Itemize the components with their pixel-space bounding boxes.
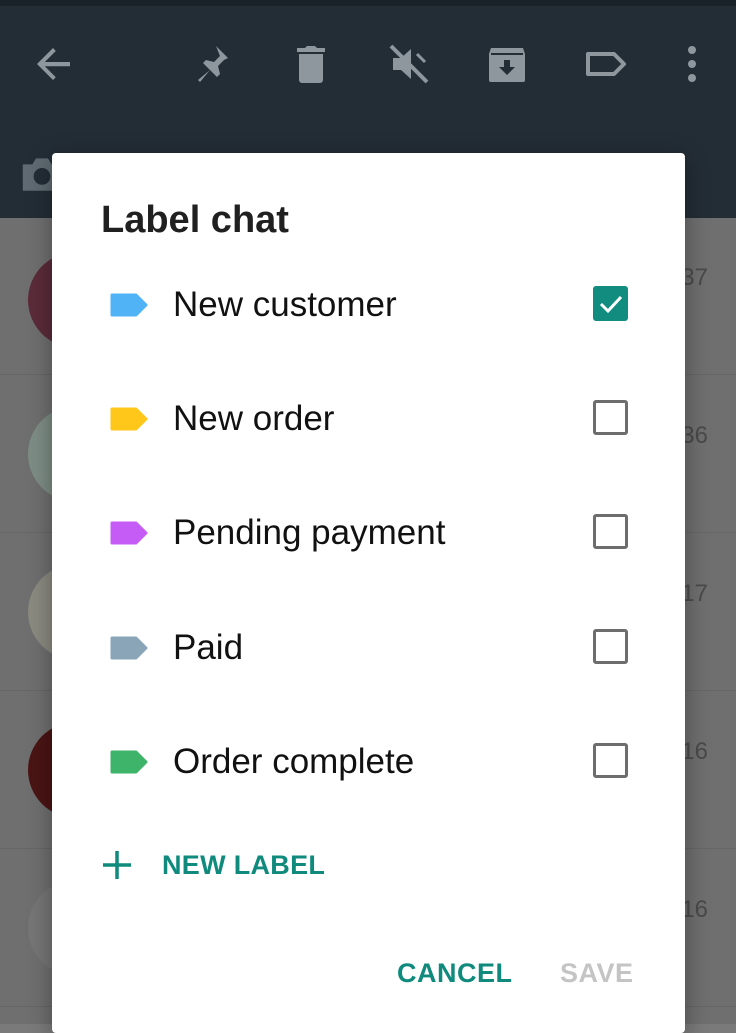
chat-time: 16 [681,738,708,765]
label-row-order-complete[interactable]: Order complete [52,714,685,810]
label-checkbox[interactable] [593,629,628,664]
label-checkbox[interactable] [593,514,628,549]
label-tag-icon [110,407,148,431]
back-arrow-icon[interactable] [30,40,78,88]
label-name: New order [173,399,335,438]
label-name: Pending payment [173,513,446,552]
pin-icon[interactable] [186,40,234,88]
label-tag-icon [110,521,148,545]
label-row-new-order[interactable]: New order [52,371,685,467]
label-name: New customer [173,285,397,324]
more-vert-icon[interactable] [668,40,716,88]
chat-time: 16 [681,896,708,923]
chat-time: 17 [681,580,708,607]
label-tag-icon [110,636,148,660]
label-row-pending-payment[interactable]: Pending payment [52,485,685,581]
label-checkbox[interactable] [593,400,628,435]
label-tag-icon [110,293,148,317]
label-row-new-customer[interactable]: New customer [52,257,685,353]
delete-icon[interactable] [287,40,335,88]
label-name: Paid [173,628,244,667]
label-checkbox[interactable] [593,286,628,321]
save-button[interactable]: SAVE [560,958,634,989]
label-checkbox[interactable] [593,743,628,778]
label-name: Order complete [173,742,415,781]
archive-icon[interactable] [483,40,531,88]
cancel-button[interactable]: CANCEL [397,958,513,989]
status-bar [0,0,736,6]
mute-icon[interactable] [385,40,433,88]
label-icon[interactable] [580,40,628,88]
label-tag-icon [110,750,148,774]
chat-time: 37 [681,264,708,291]
label-row-paid[interactable]: Paid [52,600,685,696]
label-chat-dialog: Label chat New customer New order Pendin… [52,153,685,1033]
new-label-text: NEW LABEL [162,850,326,880]
chat-time: 36 [681,422,708,449]
plus-icon [103,851,131,879]
dialog-title: Label chat [101,199,289,241]
